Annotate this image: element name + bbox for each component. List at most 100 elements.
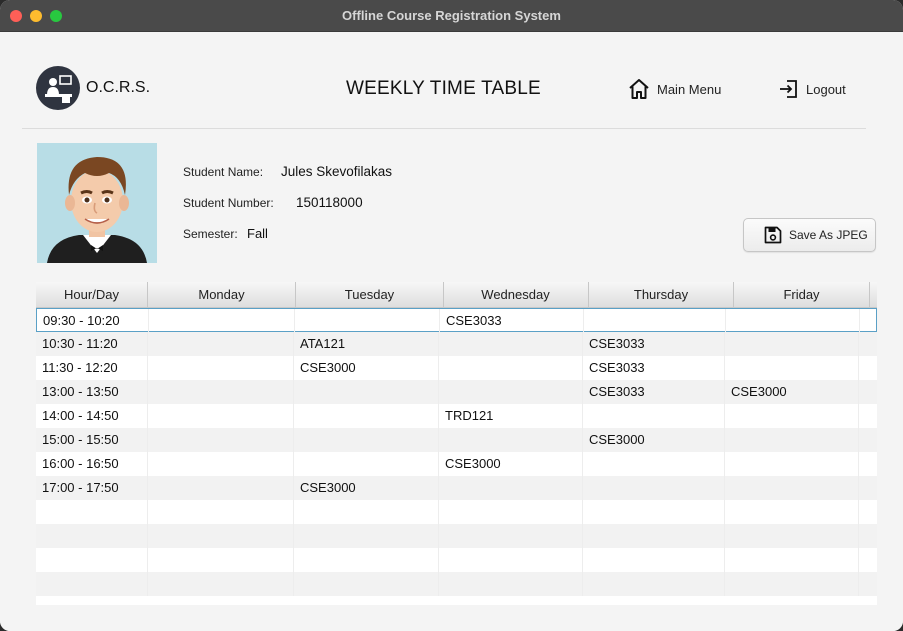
- table-row[interactable]: [36, 548, 877, 572]
- course-cell[interactable]: [725, 500, 859, 524]
- course-cell[interactable]: [583, 500, 725, 524]
- table-row[interactable]: 14:00 - 14:50 TRD121: [36, 404, 877, 428]
- course-cell[interactable]: [725, 548, 859, 572]
- course-cell[interactable]: TRD121: [439, 404, 583, 428]
- column-header-monday[interactable]: Monday: [148, 282, 296, 307]
- course-cell[interactable]: [725, 572, 859, 596]
- timetable-header: Hour/Day Monday Tuesday Wednesday Thursday Fr…: [36, 282, 877, 308]
- column-header-tuesday[interactable]: Tuesday: [296, 282, 444, 307]
- time-slot-cell[interactable]: [36, 500, 148, 524]
- time-slot-cell[interactable]: 16:00 - 16:50: [36, 452, 148, 476]
- time-slot-cell[interactable]: [36, 524, 148, 548]
- time-slot-cell[interactable]: 13:00 - 13:50: [36, 380, 148, 404]
- course-cell[interactable]: ATA121: [294, 332, 439, 356]
- table-row[interactable]: [36, 524, 877, 548]
- course-cell[interactable]: [294, 524, 439, 548]
- course-cell[interactable]: CSE3000: [725, 380, 859, 404]
- course-cell[interactable]: [583, 572, 725, 596]
- course-cell[interactable]: [584, 309, 726, 333]
- table-row[interactable]: [36, 572, 877, 596]
- table-row[interactable]: 11:30 - 12:20 CSE3000 CSE3033: [36, 356, 877, 380]
- save-as-jpeg-button[interactable]: Save As JPEG: [743, 218, 876, 252]
- course-cell[interactable]: [148, 476, 294, 500]
- course-cell[interactable]: [148, 380, 294, 404]
- course-cell[interactable]: [439, 356, 583, 380]
- course-cell[interactable]: [439, 476, 583, 500]
- course-cell[interactable]: CSE3033: [440, 309, 584, 333]
- course-cell[interactable]: [149, 309, 295, 333]
- course-cell[interactable]: [294, 548, 439, 572]
- course-cell[interactable]: [583, 452, 725, 476]
- course-cell[interactable]: [148, 548, 294, 572]
- time-slot-cell[interactable]: 17:00 - 17:50: [36, 476, 148, 500]
- course-cell[interactable]: [439, 332, 583, 356]
- course-cell[interactable]: [725, 476, 859, 500]
- course-cell[interactable]: CSE3000: [294, 476, 439, 500]
- course-cell[interactable]: [439, 548, 583, 572]
- course-cell[interactable]: CSE3000: [439, 452, 583, 476]
- course-cell[interactable]: [439, 428, 583, 452]
- main-menu-label: Main Menu: [657, 81, 722, 97]
- logo-text: O.C.R.S.: [86, 79, 151, 96]
- column-header-thursday[interactable]: Thursday: [589, 282, 734, 307]
- course-cell[interactable]: [726, 309, 860, 333]
- student-name-label: Student Name:: [183, 165, 264, 179]
- course-cell[interactable]: [725, 404, 859, 428]
- course-cell[interactable]: [439, 500, 583, 524]
- column-header-wednesday[interactable]: Wednesday: [443, 282, 589, 307]
- course-cell[interactable]: [148, 428, 294, 452]
- course-cell[interactable]: [439, 572, 583, 596]
- column-header-hour-day[interactable]: Hour/Day: [36, 282, 148, 307]
- course-cell[interactable]: [294, 428, 439, 452]
- time-slot-cell[interactable]: 09:30 - 10:20: [37, 309, 149, 333]
- table-row[interactable]: 09:30 - 10:20 CSE3033: [36, 308, 877, 333]
- course-cell[interactable]: [583, 524, 725, 548]
- course-cell[interactable]: CSE3033: [583, 332, 725, 356]
- home-icon: [629, 79, 649, 99]
- course-cell[interactable]: [725, 524, 859, 548]
- course-cell[interactable]: [294, 572, 439, 596]
- column-header-friday[interactable]: Friday: [734, 282, 870, 307]
- course-cell[interactable]: [294, 500, 439, 524]
- course-cell[interactable]: [439, 524, 583, 548]
- course-cell[interactable]: [148, 572, 294, 596]
- time-slot-cell[interactable]: [36, 572, 148, 596]
- course-cell[interactable]: [725, 428, 859, 452]
- course-cell[interactable]: [725, 356, 859, 380]
- table-row[interactable]: 15:00 - 15:50 CSE3000: [36, 428, 877, 452]
- course-cell[interactable]: [294, 404, 439, 428]
- time-slot-cell[interactable]: 14:00 - 14:50: [36, 404, 148, 428]
- time-slot-cell[interactable]: 15:00 - 15:50: [36, 428, 148, 452]
- course-cell[interactable]: CSE3033: [583, 356, 725, 380]
- course-cell[interactable]: [148, 332, 294, 356]
- time-slot-cell[interactable]: 10:30 - 11:20: [36, 332, 148, 356]
- logout-button[interactable]: Logout: [778, 76, 846, 102]
- course-cell[interactable]: [295, 309, 440, 333]
- table-row[interactable]: 13:00 - 13:50 CSE3033 CSE3000: [36, 380, 877, 404]
- time-slot-cell[interactable]: 11:30 - 12:20: [36, 356, 148, 380]
- course-cell[interactable]: [148, 500, 294, 524]
- course-cell[interactable]: [148, 356, 294, 380]
- main-menu-button[interactable]: Main Menu: [627, 76, 721, 102]
- floppy-disk-icon: [764, 226, 782, 244]
- course-cell[interactable]: CSE3000: [583, 428, 725, 452]
- time-slot-cell[interactable]: [36, 548, 148, 572]
- course-cell[interactable]: [583, 404, 725, 428]
- course-cell[interactable]: [725, 452, 859, 476]
- course-cell[interactable]: CSE3000: [294, 356, 439, 380]
- course-cell[interactable]: [148, 524, 294, 548]
- course-cell[interactable]: [583, 548, 725, 572]
- table-row[interactable]: 17:00 - 17:50 CSE3000: [36, 476, 877, 500]
- student-number-value: 150118000: [296, 195, 363, 210]
- course-cell[interactable]: CSE3033: [583, 380, 725, 404]
- course-cell[interactable]: [294, 380, 439, 404]
- course-cell[interactable]: [148, 404, 294, 428]
- table-row[interactable]: 10:30 - 11:20 ATA121 CSE3033: [36, 332, 877, 356]
- table-row[interactable]: [36, 500, 877, 524]
- course-cell[interactable]: [294, 452, 439, 476]
- course-cell[interactable]: [725, 332, 859, 356]
- table-row[interactable]: 16:00 - 16:50 CSE3000: [36, 452, 877, 476]
- course-cell[interactable]: [148, 452, 294, 476]
- course-cell[interactable]: [439, 380, 583, 404]
- course-cell[interactable]: [583, 476, 725, 500]
